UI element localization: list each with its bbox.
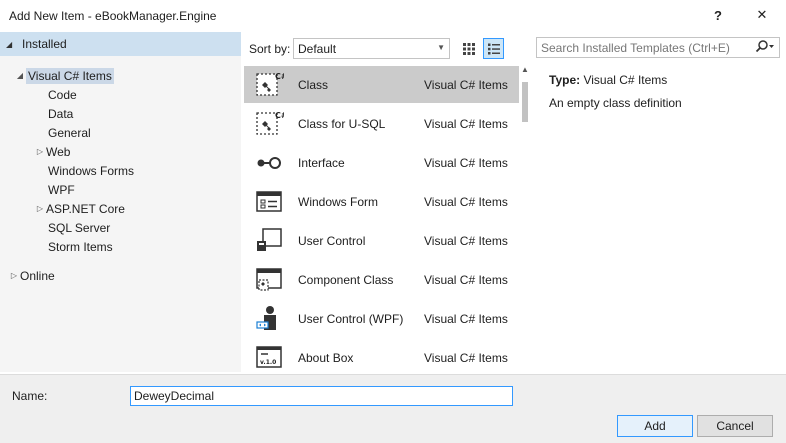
template-row-user-control[interactable]: User Control Visual C# Items [244,222,519,259]
template-name: User Control [298,234,366,248]
tree-item-general[interactable]: General [48,123,91,142]
details-type-value: Visual C# Items [583,73,668,87]
tree-item-label: Windows Forms [48,163,135,178]
details-type: Type: Visual C# Items [549,73,667,87]
sort-by-label: Sort by: [249,42,291,56]
template-category: Visual C# Items [424,195,508,209]
online-label: Online [20,268,55,283]
details-type-label: Type: [549,73,581,87]
details-description: An empty class definition [549,96,682,110]
scroll-up-arrow-icon[interactable]: ▲ [521,65,529,74]
template-category: Visual C# Items [424,351,508,365]
scrollbar-thumb[interactable] [522,82,528,122]
tree-item-data[interactable]: Data [48,104,73,123]
sort-by-value: Default [298,41,337,56]
svg-text:C#: C# [275,72,284,81]
tree-item-sql-server[interactable]: SQL Server [48,218,110,237]
chevron-down-icon: ▼ [437,43,445,52]
template-row-class[interactable]: C# Class Visual C# Items [244,66,519,103]
class-icon: C# [256,72,284,96]
template-name: Component Class [298,273,394,287]
tree-item-label: WPF [48,182,75,197]
template-category: Visual C# Items [424,78,508,92]
template-category: Visual C# Items [424,156,508,170]
search-placeholder: Search Installed Templates (Ctrl+E) [541,40,730,55]
template-name: About Box [298,351,354,365]
sort-by-dropdown[interactable]: Default ▼ [293,38,450,59]
template-name: User Control (WPF) [298,312,404,326]
template-row-interface[interactable]: Interface Visual C# Items [244,144,519,181]
category-tree-panel: ◢ Installed ◢ Visual C# Items Code Data … [0,32,241,372]
name-label: Name: [12,389,48,403]
collapsed-arrow-icon[interactable]: ▷ [34,147,46,156]
template-row-class-for-usql[interactable]: C# Class for U-SQL Visual C# Items [244,105,519,142]
installed-label: Installed [22,37,67,51]
user-control-wpf-icon [256,306,276,330]
tree-item-label: Visual C# Items [26,67,114,84]
template-name: Class for U-SQL [298,117,386,131]
template-row-user-control-wpf[interactable]: User Control (WPF) Visual C# Items [244,300,519,337]
template-list: C# Class Visual C# Items C# Class for U-… [244,62,532,374]
small-icons-view-button[interactable] [458,38,479,59]
user-control-icon [257,228,282,251]
help-button[interactable]: ? [698,0,738,30]
tree-item-label: Data [48,106,74,121]
tree-item-web[interactable]: ▷ Web [34,142,71,161]
add-button[interactable]: Add [617,415,693,437]
title-bar: Add New Item - eBookManager.Engine ? ✕ [0,0,786,32]
tree-item-label: Web [46,144,71,159]
template-list-scrollbar[interactable]: ▲ [519,62,531,374]
list-view-button[interactable] [483,38,504,59]
component-class-icon [256,268,282,291]
template-row-windows-form[interactable]: Windows Form Visual C# Items [244,183,519,220]
tree-item-aspnet-core[interactable]: ▷ ASP.NET Core [34,199,125,218]
svg-text:C#: C# [275,111,284,120]
tree-item-windows-forms[interactable]: Windows Forms [48,161,134,180]
template-category: Visual C# Items [424,312,508,326]
template-name: Class [298,78,329,92]
window-title: Add New Item - eBookManager.Engine [9,9,217,23]
tree-item-wpf[interactable]: WPF [48,180,75,199]
templates-toolbar: Sort by: Default ▼ [241,32,531,62]
template-category: Visual C# Items [424,273,508,287]
tree-item-code[interactable]: Code [48,85,77,104]
template-name: Windows Form [298,195,379,209]
grid-view-icon [462,42,475,55]
about-box-icon: v.1.0 [256,346,282,368]
template-name: Interface [298,156,345,170]
template-row-about-box[interactable]: v.1.0 About Box Visual C# Items [244,339,519,374]
windows-form-icon [256,191,282,212]
list-view-icon [487,43,500,54]
svg-text:v.1.0: v.1.0 [260,359,276,366]
search-templates-field[interactable]: Search Installed Templates (Ctrl+E) [536,37,780,58]
tree-item-label: SQL Server [48,220,111,235]
tree-item-label: Storm Items [48,239,113,254]
online-node[interactable]: ▷ Online [8,266,55,285]
dialog-footer: Name: Add Cancel [0,374,786,443]
collapse-arrow-icon[interactable]: ◢ [6,40,22,49]
template-category: Visual C# Items [424,234,508,248]
tree-item-label: ASP.NET Core [46,201,125,216]
tree-item-storm-items[interactable]: Storm Items [48,237,113,256]
collapsed-arrow-icon[interactable]: ▷ [8,271,20,280]
installed-node[interactable]: ◢ Installed [0,32,241,56]
cancel-button[interactable]: Cancel [697,415,773,437]
collapsed-arrow-icon[interactable]: ▷ [34,204,46,213]
expanded-arrow-icon[interactable]: ◢ [14,71,26,80]
class-usql-icon: C# [256,111,284,135]
tree-item-label: Code [48,87,77,102]
tree-item-label: General [48,125,91,140]
template-category: Visual C# Items [424,117,508,131]
tree-item-visual-csharp-items[interactable]: ◢ Visual C# Items [14,66,114,85]
interface-icon [257,157,281,169]
close-button[interactable]: ✕ [742,0,782,30]
template-row-component-class[interactable]: Component Class Visual C# Items [244,261,519,298]
search-icon[interactable] [755,39,775,55]
name-input[interactable] [130,386,513,406]
